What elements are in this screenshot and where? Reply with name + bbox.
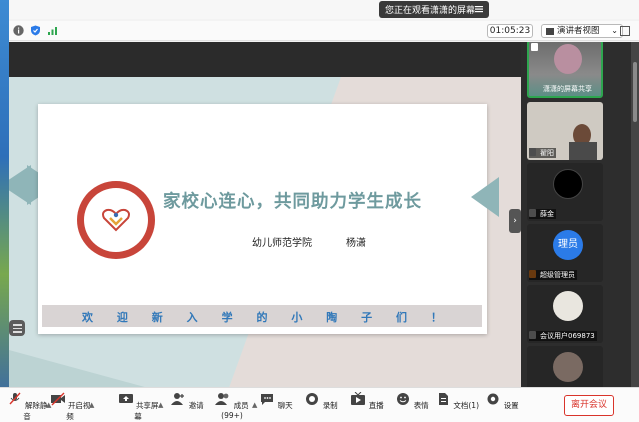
chat-button[interactable]: 聊天: [253, 392, 299, 411]
slide-college: 幼儿师范学院: [252, 238, 312, 249]
invite-icon: [171, 393, 185, 405]
unmute-label: 解除静音: [23, 401, 48, 421]
share-screen-button[interactable]: 共享屏幕: [115, 392, 161, 422]
participant-name: 翟阳: [529, 148, 556, 158]
emoji-icon: [397, 393, 410, 405]
welcome-text: 欢 迎 新 入 学 的 小 陶 子 们 ！: [82, 309, 442, 325]
share-screen-icon: [118, 394, 133, 403]
document-icon: [438, 393, 448, 405]
welcome-char: 欢: [82, 311, 93, 324]
heart-logo-icon: [102, 208, 130, 232]
leave-meeting-button[interactable]: 离开会议: [564, 395, 614, 416]
documents-button[interactable]: 文档(1): [434, 392, 480, 411]
floating-list-icon[interactable]: [9, 320, 25, 336]
invite-button[interactable]: 邀请: [164, 392, 210, 411]
speaker-view-label: 演讲者视图: [557, 26, 600, 36]
welcome-char: 迎: [116, 311, 128, 324]
participant-name: 会议用户069873: [529, 331, 597, 341]
welcome-char: 小: [291, 311, 303, 324]
menu-icon[interactable]: [474, 4, 484, 14]
avatar: [553, 352, 583, 382]
slide-card: 家校心连心，共同助力学生成长 幼儿师范学院 杨潇 欢 迎 新 入 学 的 小 陶…: [38, 104, 487, 334]
speaker-view-button[interactable]: 演讲者视图 ⌄: [541, 24, 623, 38]
participant-tile[interactable]: 理员 超级管理员: [527, 224, 603, 282]
grid-icon: [546, 28, 554, 35]
participant-name: 薛金: [529, 209, 556, 219]
live-icon: [351, 391, 366, 405]
slide-title: 家校心连心，共同助力学生成长: [163, 192, 422, 212]
unmute-button[interactable]: 解除静音: [4, 392, 50, 422]
banner-text: 您正在观看潇潇的屏幕: [385, 6, 476, 16]
chat-label: 聊天: [277, 401, 293, 410]
start-video-label: 开启视频: [66, 401, 91, 421]
fullscreen-icon[interactable]: [620, 26, 630, 36]
live-button[interactable]: 直播: [344, 391, 390, 411]
invite-label: 邀请: [188, 401, 204, 410]
avatar: [554, 44, 582, 74]
welcome-char: 陶: [326, 311, 338, 324]
avatar: 理员: [553, 230, 583, 260]
welcome-char: 们: [396, 311, 408, 324]
welcome-char: ！: [430, 311, 442, 324]
chat-icon: [261, 394, 274, 405]
shared-screen: 家校心连心，共同助力学生成长 幼儿师范学院 杨潇 欢 迎 新 入 学 的 小 陶…: [9, 42, 521, 387]
participant-name: 潇潇的屏幕共享: [543, 85, 592, 93]
live-label: 直播: [368, 401, 384, 410]
participant-tile[interactable]: 会议用户069873: [527, 285, 603, 343]
slide-bg-teal: [9, 350, 229, 387]
title-strip: [9, 0, 639, 19]
share-options-caret[interactable]: ▲: [158, 401, 163, 409]
meeting-toolbar: 解除静音 ▲ 开启视频 ▲ 共享屏幕 ▲ 邀请 成员(99+) ▲ 聊天 录制: [0, 387, 639, 422]
slide-presenter: 杨潇: [346, 238, 366, 249]
members-icon: [215, 393, 229, 405]
meeting-topbar: 01:05:23 演讲者视图 ⌄: [9, 21, 639, 41]
welcome-char: 学: [221, 311, 233, 324]
meeting-timer: 01:05:23: [487, 24, 533, 38]
desktop-background: [0, 0, 9, 392]
viewing-banner[interactable]: 您正在观看潇潇的屏幕: [379, 1, 489, 18]
slide: 家校心连心，共同助力学生成长 幼儿师范学院 杨潇 欢 迎 新 入 学 的 小 陶…: [9, 77, 521, 387]
avatar: [553, 291, 583, 321]
shield-icon[interactable]: [30, 25, 41, 36]
welcome-char: 的: [256, 311, 268, 324]
share-screen-label: 共享屏幕: [134, 401, 159, 421]
panel-scrollbar[interactable]: [631, 42, 639, 387]
documents-label: 文档(1): [453, 401, 479, 410]
start-video-button[interactable]: 开启视频: [47, 392, 93, 422]
settings-button[interactable]: 设置: [479, 392, 525, 411]
video-options-caret[interactable]: ▲: [89, 401, 94, 409]
participant-name: 超级管理员: [529, 270, 577, 280]
chevron-down-icon: ⌄: [611, 26, 618, 35]
participant-panel: 潇潇的屏幕共享 翟阳 薛金 理员 超级管理员 会议用户069873: [521, 42, 639, 387]
avatar-body: [569, 142, 597, 160]
settings-label: 设置: [503, 401, 519, 410]
meeting-window: 您正在观看潇潇的屏幕 01:05:23 演讲者视图 ⌄ 家校心连心，共同助力学生…: [0, 0, 639, 422]
info-icon[interactable]: [13, 25, 24, 36]
avatar: [553, 169, 583, 199]
emoji-button[interactable]: 表情: [389, 392, 435, 411]
participant-tile[interactable]: 潇潇的屏幕共享: [527, 42, 603, 98]
signal-icon[interactable]: [47, 25, 58, 36]
members-button[interactable]: 成员(99+): [209, 392, 255, 420]
screen-share-icon: [531, 43, 538, 51]
emoji-label: 表情: [413, 401, 429, 410]
record-button[interactable]: 录制: [298, 392, 344, 411]
record-icon: [306, 393, 319, 405]
welcome-char: 子: [361, 311, 373, 324]
record-label: 录制: [322, 401, 338, 410]
college-logo: [77, 181, 155, 259]
collapse-panel-arrow[interactable]: ›: [509, 209, 521, 233]
welcome-char: 入: [186, 311, 198, 324]
participant-tile[interactable]: 薛金: [527, 163, 603, 221]
participant-tile[interactable]: [527, 346, 603, 387]
welcome-char: 新: [151, 311, 163, 324]
mic-muted-icon: [9, 392, 21, 405]
video-off-icon: [50, 392, 65, 406]
gear-icon: [487, 393, 499, 405]
participant-tile[interactable]: 翟阳: [527, 102, 603, 160]
